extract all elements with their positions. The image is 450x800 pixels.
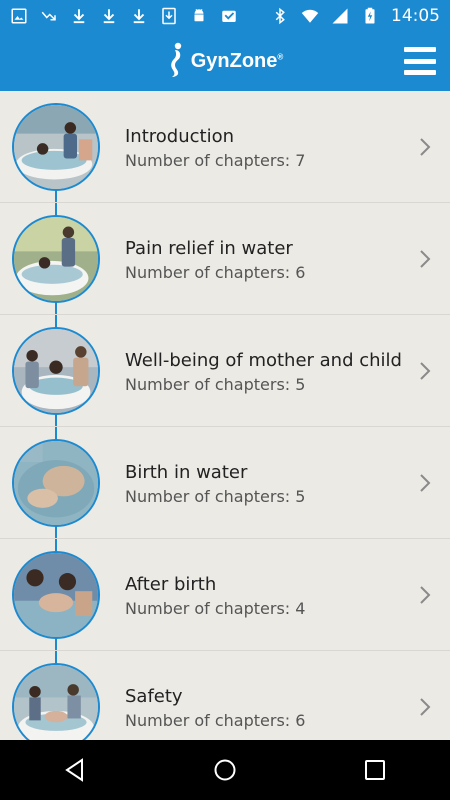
item-subtitle: Number of chapters: 5 <box>125 375 306 394</box>
list-item-introduction[interactable]: Introduction Number of chapters: 7 <box>0 91 450 203</box>
menu-bar <box>404 47 436 52</box>
item-title: Birth in water <box>125 462 248 483</box>
item-title: Well-being of mother and child <box>125 350 402 371</box>
chevron-right-icon <box>418 585 432 605</box>
item-subtitle: Number of chapters: 5 <box>125 487 306 506</box>
item-text: Introduction Number of chapters: 7 <box>125 125 305 173</box>
download-icon <box>130 7 148 25</box>
list-item-pain-relief[interactable]: Pain relief in water Number of chapters:… <box>0 203 450 315</box>
chapter-list: Introduction Number of chapters: 7 Pain … <box>0 91 450 740</box>
list-item-well-being[interactable]: Well-being of mother and child Number of… <box>0 315 450 427</box>
thumbnail-image <box>12 663 100 740</box>
list-item-after-birth[interactable]: After birth Number of chapters: 4 <box>0 539 450 651</box>
menu-bar <box>404 58 436 64</box>
item-title: Introduction <box>125 126 235 147</box>
item-subtitle: Number of chapters: 7 <box>125 151 306 170</box>
thumbnail-image <box>12 327 100 415</box>
thumbnail-image <box>12 215 100 303</box>
item-text: Safety Number of chapters: 6 <box>125 685 305 733</box>
item-subtitle: Number of chapters: 6 <box>125 711 306 730</box>
battery-charging-icon <box>361 7 379 25</box>
inbox-icon <box>220 7 238 25</box>
status-time: 14:05 <box>391 6 440 26</box>
download-icon <box>100 7 118 25</box>
home-icon[interactable] <box>205 750 245 790</box>
chevron-right-icon <box>418 249 432 269</box>
system-icons: 14:05 <box>271 6 440 26</box>
chevron-right-icon <box>418 697 432 717</box>
thumbnail-image <box>12 439 100 527</box>
list-item-birth-in-water[interactable]: Birth in water Number of chapters: 5 <box>0 427 450 539</box>
wifi-icon <box>301 7 319 25</box>
bluetooth-icon <box>271 7 289 25</box>
download-icon <box>70 7 88 25</box>
recents-icon[interactable] <box>355 750 395 790</box>
notification-icons <box>10 7 238 25</box>
app-bar: GynZone® <box>0 32 450 91</box>
chevron-right-icon <box>418 137 432 157</box>
item-subtitle: Number of chapters: 6 <box>125 263 306 282</box>
item-subtitle: Number of chapters: 4 <box>125 599 306 618</box>
system-nav-bar <box>0 740 450 800</box>
item-text: Pain relief in water Number of chapters:… <box>125 237 305 285</box>
gynzone-logo[interactable]: GynZone® <box>167 42 284 82</box>
missed-call-icon <box>40 7 58 25</box>
status-bar: 14:05 <box>0 0 450 32</box>
list-item-safety[interactable]: Safety Number of chapters: 6 <box>0 651 450 740</box>
item-title: Pain relief in water <box>125 238 293 259</box>
logo-wordmark: GynZone <box>190 50 278 72</box>
logo-figure-icon <box>167 42 187 82</box>
signal-icon <box>331 7 349 25</box>
download-box-icon <box>160 7 178 25</box>
image-icon <box>10 7 28 25</box>
thumbnail-image <box>12 103 100 191</box>
android-icon <box>190 7 208 25</box>
item-text: Birth in water Number of chapters: 5 <box>125 461 305 509</box>
chevron-right-icon <box>418 473 432 493</box>
menu-bar <box>404 70 436 75</box>
logo-registered-mark: ® <box>277 52 284 62</box>
item-text: Well-being of mother and child Number of… <box>125 349 402 397</box>
item-title: Safety <box>125 686 183 707</box>
back-icon[interactable] <box>55 750 95 790</box>
item-text: After birth Number of chapters: 4 <box>125 573 305 621</box>
thumbnail-image <box>12 551 100 639</box>
chevron-right-icon <box>418 361 432 381</box>
logo-text: GynZone® <box>191 50 284 73</box>
item-title: After birth <box>125 574 217 595</box>
hamburger-menu-icon[interactable] <box>404 47 436 75</box>
